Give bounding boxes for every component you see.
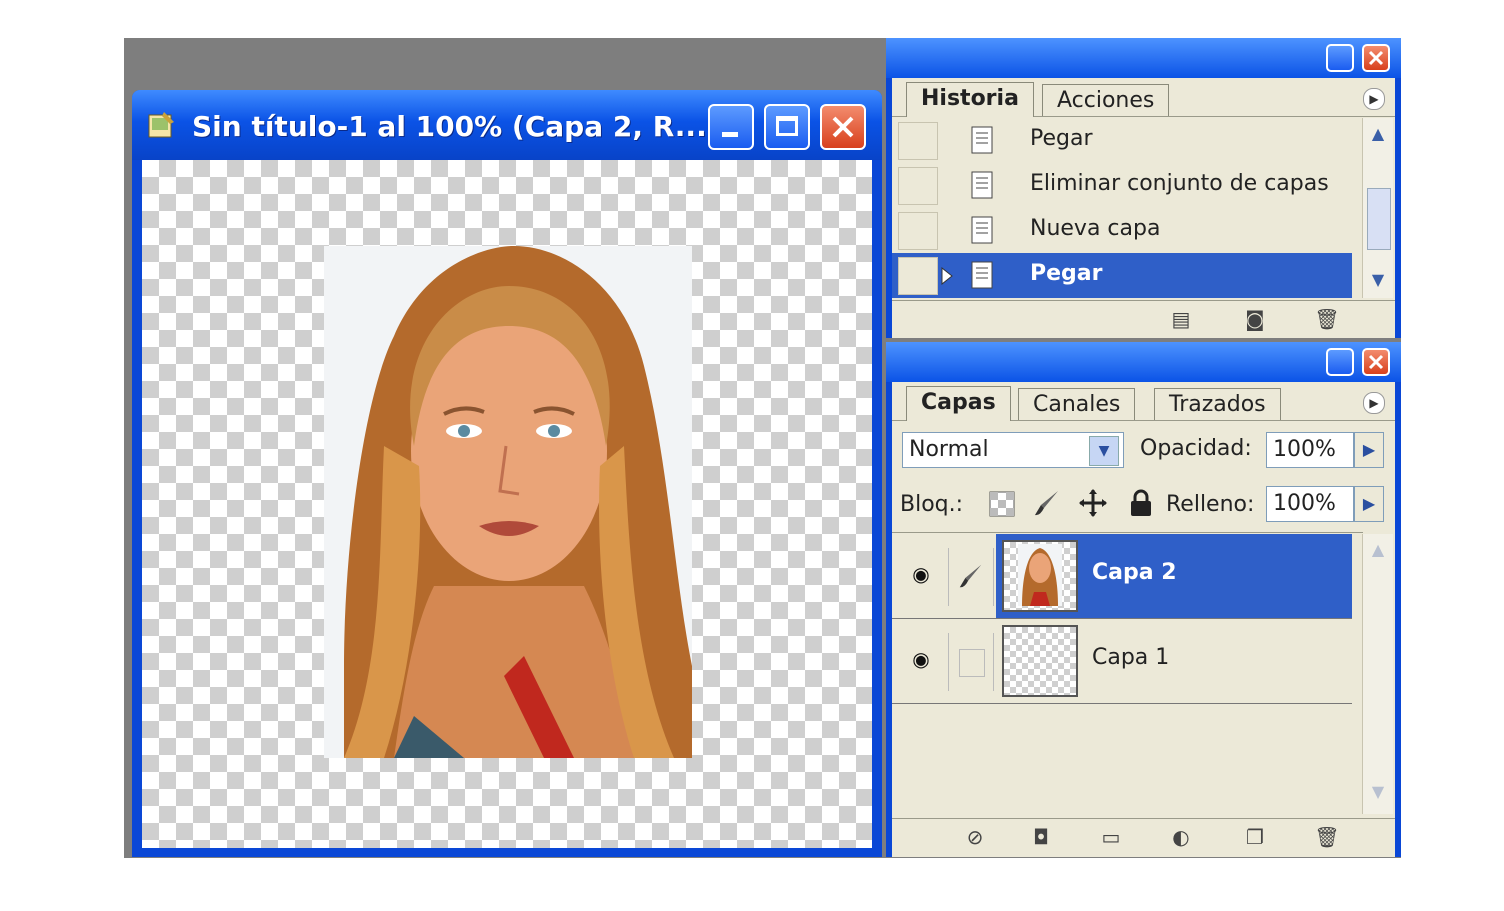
fill-label: Relleno: xyxy=(1166,492,1255,517)
scroll-thumb[interactable] xyxy=(1367,188,1391,250)
scroll-down-icon[interactable]: ▼ xyxy=(1366,268,1390,292)
history-item-selected[interactable]: Pegar xyxy=(892,253,1352,298)
layer-row-capa-1[interactable]: ◉ Capa 1 xyxy=(892,619,1352,704)
history-bottom-toolbar: ▤ ◙ 🗑 xyxy=(892,300,1395,337)
history-item-label: Pegar xyxy=(1030,126,1093,151)
trash-icon[interactable]: 🗑 xyxy=(1314,825,1340,849)
portrait-thumbnail-image xyxy=(1018,544,1062,606)
lock-label: Bloq.: xyxy=(900,492,964,517)
new-snapshot-icon[interactable]: ◙ xyxy=(1242,307,1268,331)
document-titlebar[interactable]: Sin título-1 al 100% (Capa 2, R... xyxy=(132,90,882,160)
scroll-down-icon[interactable]: ▼ xyxy=(1366,780,1390,804)
layer-style-icon[interactable]: ⊘ xyxy=(962,825,988,849)
layers-panel-titlebar[interactable] xyxy=(886,342,1401,382)
layer-mask-icon[interactable]: ◘ xyxy=(1028,825,1054,849)
opacity-slider-arrow-icon[interactable]: ▶ xyxy=(1354,432,1384,468)
fill-slider-arrow-icon[interactable]: ▶ xyxy=(1354,486,1384,522)
history-item-label: Eliminar conjunto de capas xyxy=(1030,171,1329,196)
eye-icon[interactable]: ◉ xyxy=(906,562,936,586)
history-panel-titlebar[interactable] xyxy=(886,38,1401,78)
layer-link-cell[interactable] xyxy=(948,548,994,606)
empty-link-box xyxy=(959,649,985,677)
scroll-up-icon[interactable]: ▲ xyxy=(1366,122,1390,146)
maximize-button[interactable] xyxy=(764,104,810,150)
chevron-down-icon[interactable]: ▼ xyxy=(1089,436,1119,466)
panel-close-button[interactable] xyxy=(1362,44,1390,72)
trash-icon[interactable]: 🗑 xyxy=(1314,307,1340,331)
history-state-icon xyxy=(971,261,993,289)
lock-position-move-icon[interactable] xyxy=(1078,488,1108,518)
history-state-icon xyxy=(971,126,993,154)
history-item[interactable]: Pegar xyxy=(892,118,1352,163)
layer-link-cell[interactable] xyxy=(948,633,994,691)
document-window: Sin título-1 al 100% (Capa 2, R... xyxy=(132,90,882,857)
panel-menu-arrow-icon[interactable]: ▶ xyxy=(1363,392,1385,414)
layer-thumbnail xyxy=(1002,540,1078,612)
document-title: Sin título-1 al 100% (Capa 2, R... xyxy=(192,110,707,143)
brush-icon xyxy=(959,564,982,588)
minimize-button[interactable] xyxy=(708,104,754,150)
tab-acciones[interactable]: Acciones xyxy=(1042,84,1170,116)
blend-mode-value: Normal xyxy=(909,437,989,462)
new-document-from-state-icon[interactable]: ▤ xyxy=(1168,307,1194,331)
divider xyxy=(892,532,1363,533)
snapshot-source-box[interactable] xyxy=(898,122,938,160)
lock-transparency-icon[interactable] xyxy=(988,490,1016,518)
layer-name[interactable]: Capa 2 xyxy=(1092,560,1177,585)
close-icon xyxy=(832,116,854,138)
history-item-label: Nueva capa xyxy=(1030,216,1161,241)
scroll-up-icon[interactable]: ▲ xyxy=(1366,538,1390,562)
tab-trazados[interactable]: Trazados xyxy=(1154,388,1281,420)
new-group-folder-icon[interactable]: ▭ xyxy=(1098,825,1124,849)
panel-menu-arrow-icon[interactable]: ▶ xyxy=(1363,88,1385,110)
history-item-label: Pegar xyxy=(1030,261,1103,286)
lock-all-padlock-icon[interactable] xyxy=(1128,488,1154,518)
history-panel: Historia Acciones ▶ Pegar Eliminar conju… xyxy=(886,38,1401,338)
snapshot-source-box[interactable] xyxy=(898,167,938,205)
history-tabs: Historia Acciones ▶ xyxy=(892,78,1395,117)
history-state-icon xyxy=(971,171,993,199)
fill-input[interactable]: 100% xyxy=(1266,486,1354,522)
tab-canales[interactable]: Canales xyxy=(1018,388,1136,420)
eye-icon[interactable]: ◉ xyxy=(906,647,936,671)
opacity-label: Opacidad: xyxy=(1140,436,1252,461)
close-icon xyxy=(1368,354,1384,370)
layer-thumbnail xyxy=(1002,625,1078,697)
layers-panel-body: Capas Canales Trazados ▶ Normal ▼ Opacid… xyxy=(892,382,1395,857)
layers-tabs: Capas Canales Trazados ▶ xyxy=(892,382,1395,421)
layer-row-capa-2[interactable]: ◉ Capa 2 xyxy=(892,534,1352,619)
tab-capas[interactable]: Capas xyxy=(906,386,1011,421)
layers-bottom-toolbar: ⊘ ◘ ▭ ◐ ❐ 🗑 xyxy=(892,818,1395,855)
history-item[interactable]: Eliminar conjunto de capas xyxy=(892,163,1352,208)
lock-pixels-brush-icon[interactable] xyxy=(1032,488,1062,518)
history-state-pointer-icon[interactable] xyxy=(940,267,954,285)
blend-mode-select[interactable]: Normal ▼ xyxy=(902,432,1124,468)
document-canvas[interactable] xyxy=(142,160,872,848)
close-button[interactable] xyxy=(820,104,866,150)
panel-close-button[interactable] xyxy=(1362,348,1390,376)
snapshot-source-box[interactable] xyxy=(898,257,938,295)
history-panel-body: Historia Acciones ▶ Pegar Eliminar conju… xyxy=(892,78,1395,338)
history-item[interactable]: Nueva capa xyxy=(892,208,1352,253)
new-layer-icon[interactable]: ❐ xyxy=(1242,825,1268,849)
portrait-image xyxy=(324,246,692,758)
history-scrollbar[interactable]: ▲ ▼ xyxy=(1362,118,1393,298)
snapshot-source-box[interactable] xyxy=(898,212,938,250)
history-state-icon xyxy=(971,216,993,244)
opacity-input[interactable]: 100% xyxy=(1266,432,1354,468)
layers-scrollbar[interactable]: ▲ ▼ xyxy=(1362,534,1393,814)
panel-minimize-button[interactable] xyxy=(1326,348,1354,376)
adjustment-layer-icon[interactable]: ◐ xyxy=(1168,825,1194,849)
panel-minimize-button[interactable] xyxy=(1326,44,1354,72)
close-icon xyxy=(1368,50,1384,66)
layers-panel: Capas Canales Trazados ▶ Normal ▼ Opacid… xyxy=(886,342,1401,857)
layer-name[interactable]: Capa 1 xyxy=(1092,645,1169,670)
photoshop-doc-icon xyxy=(148,112,174,138)
tab-historia[interactable]: Historia xyxy=(906,82,1034,117)
